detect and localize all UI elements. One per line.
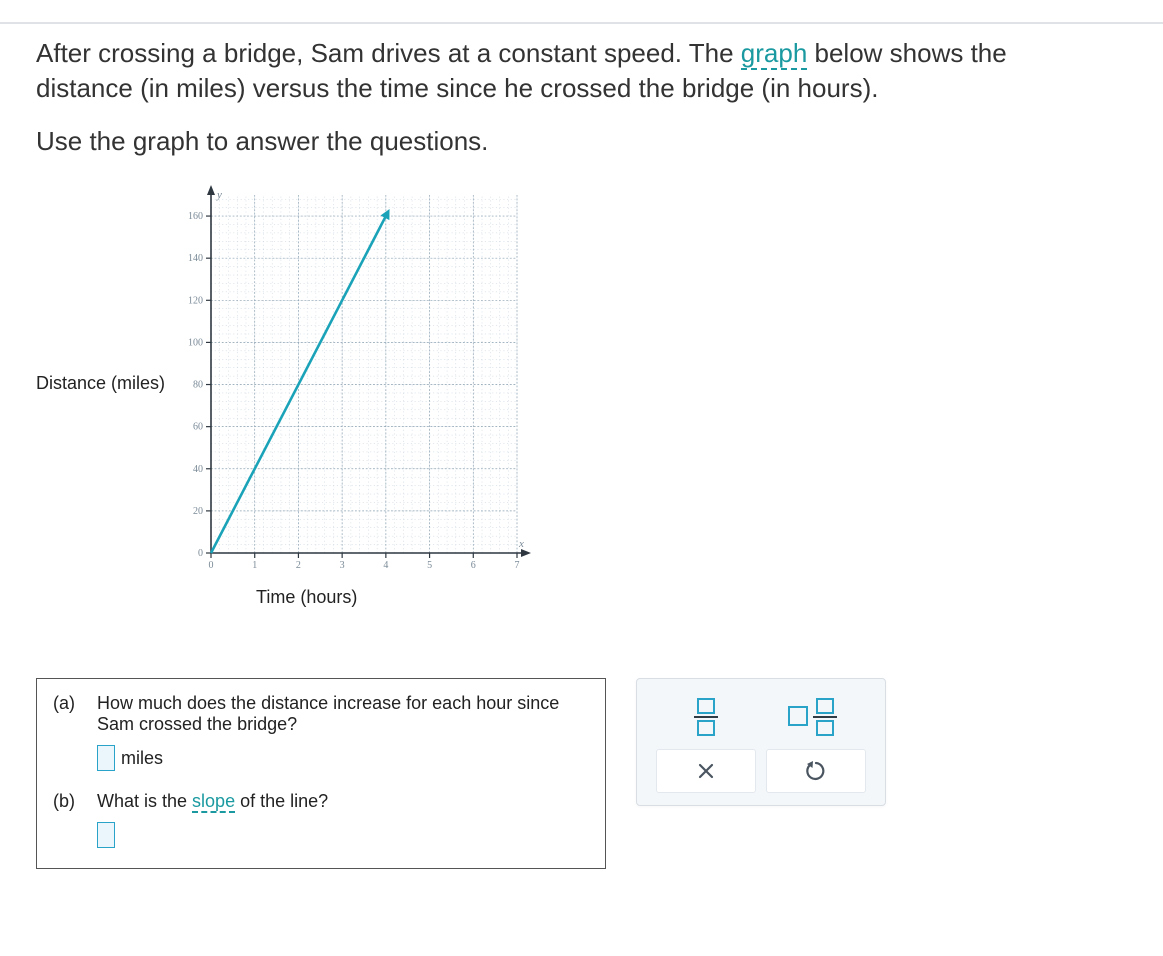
question-a: (a) How much does the distance increase …	[53, 693, 589, 735]
svg-text:5: 5	[427, 560, 432, 571]
svg-text:80: 80	[193, 380, 203, 391]
svg-text:1: 1	[252, 560, 257, 571]
question-b-label: (b)	[53, 791, 83, 812]
undo-icon	[805, 761, 827, 781]
svg-text:160: 160	[188, 211, 203, 222]
svg-text:6: 6	[471, 560, 476, 571]
slope-link[interactable]: slope	[192, 791, 235, 813]
svg-text:3: 3	[340, 560, 345, 571]
y-axis-label: Distance (miles)	[36, 373, 165, 394]
question-b: (b) What is the slope of the line?	[53, 791, 589, 812]
problem-p1-pre: After crossing a bridge, Sam drives at a…	[36, 38, 741, 68]
close-icon	[697, 762, 715, 780]
svg-text:y: y	[216, 189, 222, 201]
svg-text:2: 2	[296, 560, 301, 571]
answer-a-input[interactable]	[97, 745, 115, 771]
svg-text:60: 60	[193, 422, 203, 433]
question-a-label: (a)	[53, 693, 83, 735]
svg-text:0: 0	[209, 560, 214, 571]
chart-area: 0 1 2 3 4 5 6 7 0 20 40 60 80 100 120 140 160 x y	[177, 183, 547, 583]
svg-text:x: x	[518, 538, 524, 550]
chart-svg: 0 1 2 3 4 5 6 7 0 20 40 60 80 100 120 140 160 x y	[177, 183, 547, 583]
header-divider	[0, 22, 1163, 24]
question-b-answer	[97, 822, 589, 848]
problem-p2: Use the graph to answer the questions.	[36, 126, 488, 156]
svg-text:100: 100	[188, 338, 203, 349]
question-box: (a) How much does the distance increase …	[36, 678, 606, 869]
question-b-text: What is the slope of the line?	[97, 791, 589, 812]
clear-button[interactable]	[656, 749, 756, 793]
answer-b-input[interactable]	[97, 822, 115, 848]
svg-text:140: 140	[188, 253, 203, 264]
svg-text:20: 20	[193, 506, 203, 517]
mixed-number-button[interactable]	[766, 695, 866, 739]
answer-row: (a) How much does the distance increase …	[36, 678, 1127, 869]
svg-text:4: 4	[383, 560, 388, 571]
svg-text:0: 0	[198, 548, 203, 559]
chart-row: Distance (miles) 0 1 2 3 4 5 6 7 0 20 40 60 80 100 120…	[36, 183, 1127, 583]
x-axis-label: Time (hours)	[256, 587, 1127, 608]
question-a-answer: miles	[97, 745, 589, 771]
svg-text:7: 7	[515, 560, 520, 571]
graph-link[interactable]: graph	[741, 38, 808, 70]
undo-button[interactable]	[766, 749, 866, 793]
fraction-icon	[690, 697, 722, 737]
question-a-text: How much does the distance increase for …	[97, 693, 589, 735]
tools-panel	[636, 678, 886, 806]
svg-text:40: 40	[193, 464, 203, 475]
mixed-number-icon	[787, 697, 845, 737]
answer-a-unit: miles	[121, 748, 163, 769]
problem-statement: After crossing a bridge, Sam drives at a…	[36, 36, 1096, 159]
svg-text:120: 120	[188, 296, 203, 307]
fraction-button[interactable]	[656, 695, 756, 739]
